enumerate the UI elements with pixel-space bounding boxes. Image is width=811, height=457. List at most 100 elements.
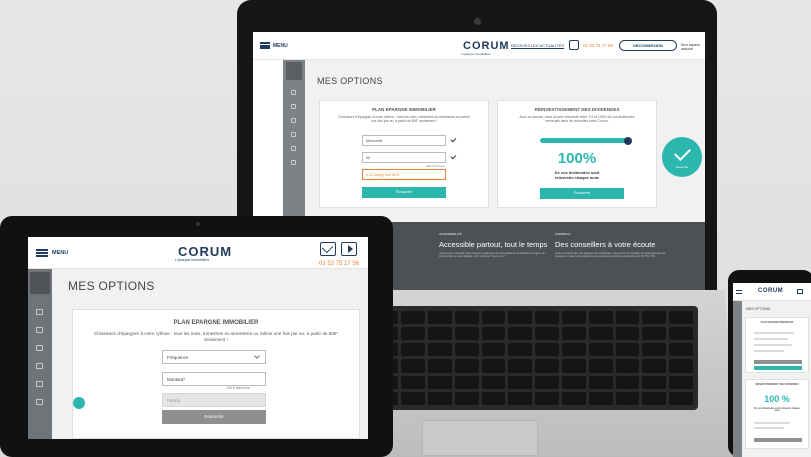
subscribe-plan-button[interactable]: Souscrire [362, 187, 446, 198]
keyboard-key [481, 375, 506, 389]
phone-header: CORUM [733, 283, 811, 301]
corum-logo[interactable]: CORUM [758, 288, 783, 294]
user-icon[interactable] [36, 363, 43, 369]
logout-icon[interactable] [341, 242, 357, 256]
keyboard-key [561, 375, 586, 389]
keyboard-key [535, 359, 559, 373]
menu-label[interactable]: MENU [52, 250, 68, 256]
subscribe-button[interactable] [754, 360, 802, 364]
keyboard-key [427, 343, 452, 357]
keyboard-key [669, 327, 693, 341]
subscribe-button-active[interactable] [754, 366, 802, 370]
frequency-select[interactable]: Mensuelle [362, 135, 446, 146]
laptop-header: MENU CORUM L'épargne immobilière RECEVEZ… [253, 32, 705, 60]
keyboard-key [588, 375, 613, 389]
grid-icon[interactable] [291, 160, 296, 165]
keyboard-key [401, 343, 425, 357]
keyboard-key [401, 327, 425, 341]
document-icon[interactable] [36, 345, 43, 351]
option-line[interactable] [754, 427, 784, 429]
reinvest-card-title: RÉINVESTISSEMENT DES DIVIDENDES [534, 107, 620, 112]
logo-tagline: L'épargne immobilière [461, 52, 491, 56]
subscribe-button[interactable]: Souscrire [162, 410, 266, 424]
hamburger-menu-icon[interactable] [260, 42, 270, 49]
reinvest-result-text: De vos dividendes sont réinvestis chaque… [754, 408, 800, 412]
keyboard-key [401, 311, 425, 325]
home-icon[interactable] [36, 309, 43, 315]
keyboard-key [642, 391, 667, 405]
field-placeholder[interactable] [754, 332, 794, 334]
keyboard-key [561, 359, 586, 373]
avatar[interactable] [286, 62, 302, 80]
reinvest-card: RÉINVESTISSEMENT DES DIVIDENDES 100 % De… [745, 379, 809, 449]
amount-input[interactable]: Montant* [162, 372, 266, 386]
keyboard-key [615, 343, 640, 357]
reinvest-card: RÉINVESTISSEMENT DES DIVIDENDES Avec ce … [497, 100, 657, 208]
keyboard-key [588, 391, 613, 405]
wallet-icon[interactable] [291, 104, 296, 109]
reinvest-slider[interactable] [540, 138, 628, 143]
slider-handle[interactable] [624, 136, 632, 145]
footer-heading: Accessible partout, tout le temps [439, 240, 548, 249]
keyboard-key [427, 359, 452, 373]
field-placeholder[interactable] [754, 344, 792, 346]
keyboard-key [588, 327, 613, 341]
mail-icon[interactable] [797, 289, 803, 294]
corum-logo[interactable]: CORUM [463, 40, 510, 52]
frequency-select[interactable]: Fréquence [162, 350, 266, 364]
badge-label: Souscrire [675, 165, 689, 169]
keyboard-key [615, 391, 640, 405]
footer-column-advisors: CONSEILS Des conseillers à votre écoute … [555, 232, 675, 259]
footer-category: CONSEILS [555, 232, 571, 236]
avatar[interactable] [30, 272, 50, 294]
keyboard-key [561, 311, 586, 325]
success-badge[interactable] [73, 397, 85, 409]
subscribe-button[interactable] [754, 438, 802, 442]
keyboard-key [427, 327, 452, 341]
wallet-icon[interactable] [36, 327, 43, 333]
success-badge[interactable]: Souscrire [662, 137, 702, 177]
hamburger-menu-icon[interactable] [36, 249, 48, 257]
keyboard-key [481, 327, 506, 341]
hamburger-menu-icon[interactable] [736, 290, 742, 294]
phone-number[interactable]: 01 53 75 17 56 [583, 43, 613, 48]
keyboard-key [535, 327, 559, 341]
logo-tagline: L'épargne immobilière [175, 258, 210, 262]
corum-logo[interactable]: CORUM [178, 244, 232, 259]
keyboard-key [642, 343, 667, 357]
laptop-touchpad [422, 420, 538, 456]
keyboard-key [401, 375, 425, 389]
amount-input[interactable]: 50 [362, 152, 446, 163]
subscribe-reinvest-button[interactable]: Souscrire [540, 188, 624, 199]
keyboard-key [588, 311, 613, 325]
plan-card-title: PLAN EPARGNE IMMOBILIER [173, 320, 259, 326]
keyboard-key [427, 375, 452, 389]
member-space-link[interactable]: Mon espace associé [681, 43, 705, 51]
calendar-icon[interactable] [291, 146, 296, 151]
field-placeholder[interactable] [754, 338, 788, 340]
laptop-camera [474, 18, 481, 25]
calendar-icon[interactable] [36, 381, 43, 387]
field-placeholder[interactable] [754, 350, 784, 352]
mail-icon[interactable] [569, 40, 579, 50]
mail-icon[interactable] [320, 242, 336, 256]
logout-button[interactable]: DÉCONNEXION [619, 40, 677, 51]
footer-text: C'est en France que nos équipes sont imp… [555, 252, 666, 259]
home-icon[interactable] [291, 90, 296, 95]
option-line[interactable] [754, 422, 790, 424]
keyboard-key [615, 359, 640, 373]
phone-number[interactable]: 01 53 75 17 56 [319, 261, 359, 267]
keyboard-key [427, 391, 452, 405]
keyboard-key [481, 343, 506, 357]
grid-icon[interactable] [36, 399, 43, 405]
plan-card-description: Choisissez d'épargner à votre rythme : t… [338, 115, 470, 124]
footer-text: Vous pouvez consulter votre compte et ef… [439, 252, 546, 259]
keyboard-key [454, 327, 479, 341]
amount-minimum: 150 € minimum [426, 164, 446, 168]
user-icon[interactable] [291, 132, 296, 137]
document-icon[interactable] [291, 118, 296, 123]
menu-label[interactable]: MENU [273, 43, 288, 49]
reinvest-percent: 100% [557, 150, 597, 167]
news-link[interactable]: RECEVEZ LES ACTUALITÉS [511, 43, 564, 48]
keyboard-key [561, 327, 586, 341]
